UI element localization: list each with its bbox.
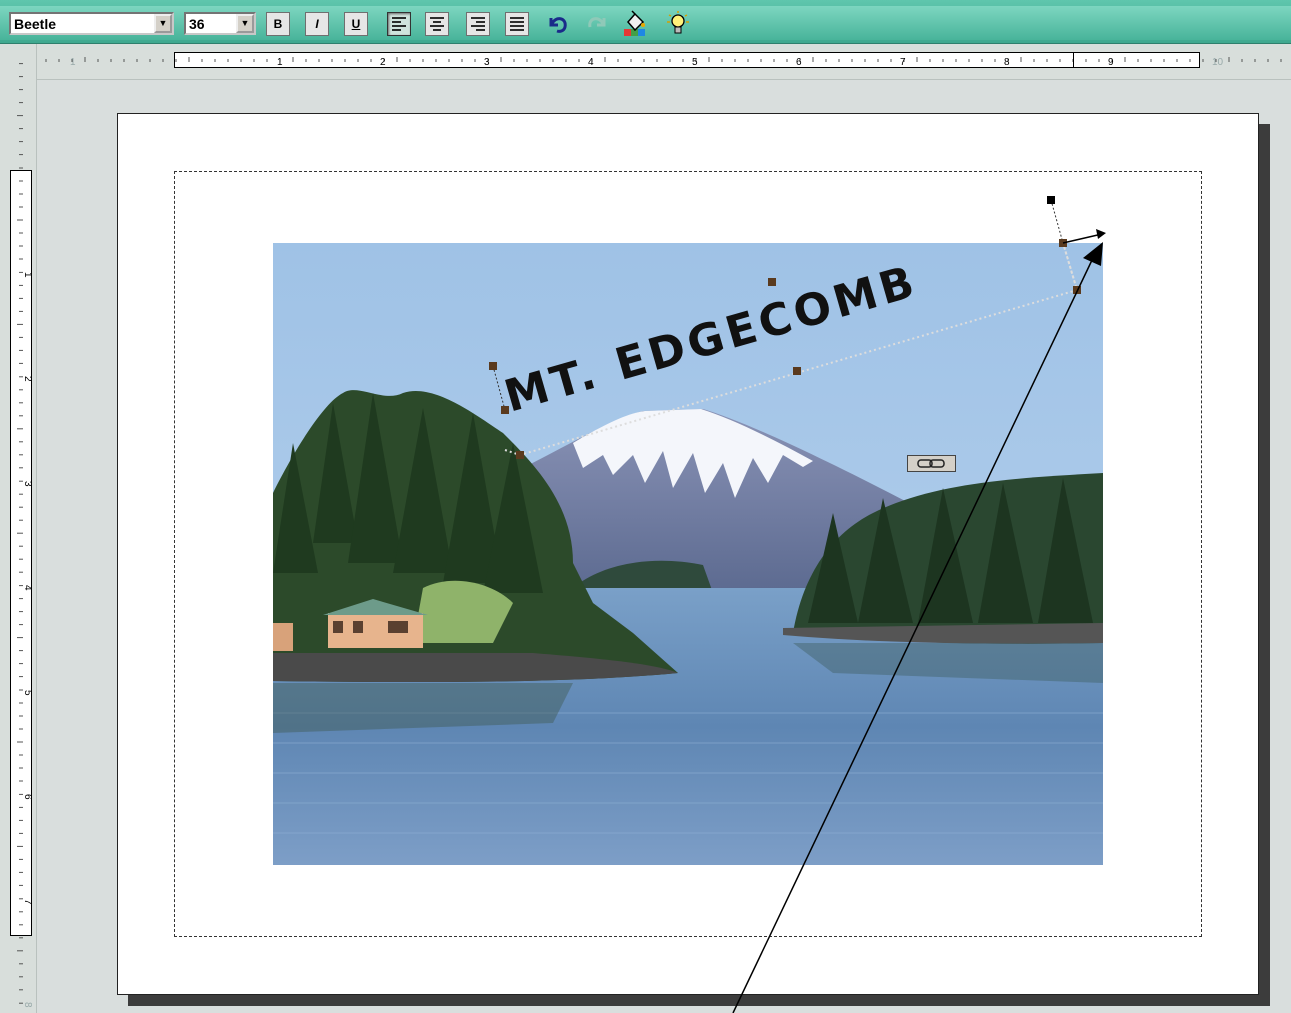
- connect-frames-button[interactable]: [907, 455, 956, 472]
- rotate-handle[interactable]: [1047, 196, 1055, 204]
- arrow-head-icon: [1083, 242, 1103, 266]
- selection-handles: [489, 196, 1106, 1013]
- link-chain-icon: [917, 459, 945, 468]
- resize-handle[interactable]: [768, 278, 776, 286]
- resize-handle[interactable]: [793, 367, 801, 375]
- resize-handle[interactable]: [516, 451, 524, 459]
- publisher-window: Beetle ▼ 36 ▼ B I U 1 1 2 3 4 5 6 7 8 9 …: [0, 0, 1291, 1013]
- annotation-arrow: [732, 257, 1094, 1013]
- resize-handle[interactable]: [489, 362, 497, 370]
- resize-handle[interactable]: [501, 406, 509, 414]
